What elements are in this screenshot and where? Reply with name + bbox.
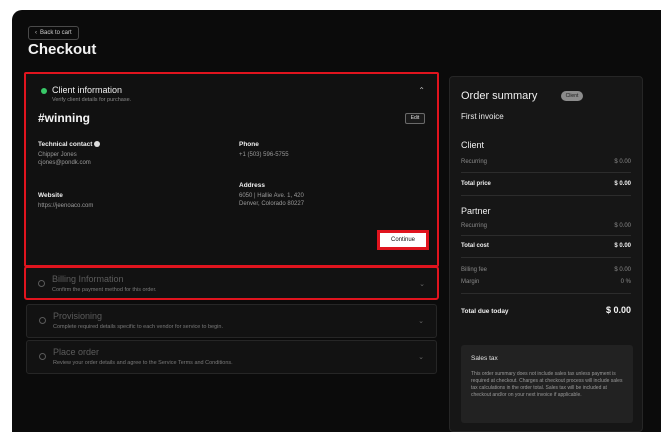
billing-information-section[interactable]: Billing Information Confirm the payment … [24,266,439,300]
order-summary-title: Order summary [461,90,538,102]
sales-tax-text: This order summary does not include sale… [471,371,623,398]
partner-recurring-row: Recurring $ 0.00 [461,223,631,229]
partner-heading: Partner [461,206,491,216]
contact-email: cjones@pondk.com [38,160,91,166]
back-link-label: Back to cart [40,30,72,36]
website-value: https://jeenoaco.com [38,203,94,209]
place-order-section[interactable]: Place order Review your order details an… [26,340,437,374]
row-value: $ 0.00 [614,159,631,165]
section-description: Complete required details specific to ea… [53,324,223,330]
edit-button[interactable]: Edit [405,113,425,124]
website-label: Website [38,192,63,199]
row-label: Total cost [461,243,489,249]
phone-label: Phone [239,141,259,148]
total-price-row: Total price $ 0.00 [461,181,631,187]
row-value: $ 0.00 [614,243,631,249]
technical-contact-label: Technical contact [38,141,101,148]
total-due-row: Total due today $ 0.00 [461,305,631,315]
contact-name: Chipper Jones [38,152,77,158]
total-due-label: Total due today [461,308,509,315]
chevron-down-icon[interactable]: ⌄ [419,280,425,288]
row-value: $ 0.00 [614,181,631,187]
divider [461,293,631,294]
sales-tax-box: Sales tax This order summary does not in… [461,345,633,423]
total-cost-row: Total cost $ 0.00 [461,243,631,249]
row-label: Margin [461,279,480,285]
section-title: Provisioning [53,311,103,321]
row-value: 0 % [620,279,631,285]
section-description: Confirm the payment method for this orde… [52,287,157,293]
chevron-down-icon[interactable]: ⌄ [418,317,424,325]
section-title: Place order [53,347,100,357]
total-due-value: $ 0.00 [605,305,631,315]
margin-row: Margin 0 % [461,279,631,285]
row-label: Recurring [461,159,488,165]
row-value: $ 0.00 [614,223,631,229]
row-label: Total price [461,181,491,187]
radio-icon [39,317,46,324]
divider [461,195,631,196]
row-label: Billing fee [461,267,488,273]
provisioning-section[interactable]: Provisioning Complete required details s… [26,304,437,338]
client-recurring-row: Recurring $ 0.00 [461,159,631,165]
client-heading: Client [461,140,485,150]
billing-fee-row: Billing fee $ 0.00 [461,267,631,273]
continue-button[interactable]: Continue [377,230,429,250]
phone-value: +1 (503) 596-5755 [239,152,289,158]
divider [461,257,631,258]
row-label: Recurring [461,223,488,229]
client-info-title: Client information [52,85,123,95]
chevron-up-icon[interactable]: ⌃ [418,86,425,95]
client-info-subtitle: Verify client details for purchase. [52,97,132,103]
radio-icon [38,280,45,287]
app-window: ‹ Back to cart Checkout Client informati… [12,10,661,432]
status-dot-icon [41,88,47,94]
chevron-left-icon: ‹ [35,30,37,36]
first-invoice-label: First invoice [461,112,504,121]
address-line-1: 6050 | Hallie Ave. 1, 420 [239,193,304,199]
summary-badge: Client [561,91,583,101]
row-value: $ 0.00 [614,267,631,273]
client-name: #winning [38,111,90,125]
address-label: Address [239,182,266,189]
section-description: Review your order details and agree to t… [53,360,233,366]
chevron-down-icon[interactable]: ⌄ [418,353,424,361]
page-title: Checkout [28,41,97,58]
address-line-2: Denver, Colorado 80227 [239,201,305,207]
sales-tax-title: Sales tax [471,355,498,362]
order-summary-panel: Order summary Client First invoice Clien… [449,76,643,432]
technical-contact-label-text: Technical contact [38,141,93,148]
info-icon[interactable] [94,141,101,148]
divider [461,172,631,173]
back-to-cart-button[interactable]: ‹ Back to cart [28,26,79,40]
section-title: Billing Information [52,274,124,284]
divider [461,235,631,236]
client-information-card: Client information Verify client details… [24,72,439,267]
radio-icon [39,353,46,360]
